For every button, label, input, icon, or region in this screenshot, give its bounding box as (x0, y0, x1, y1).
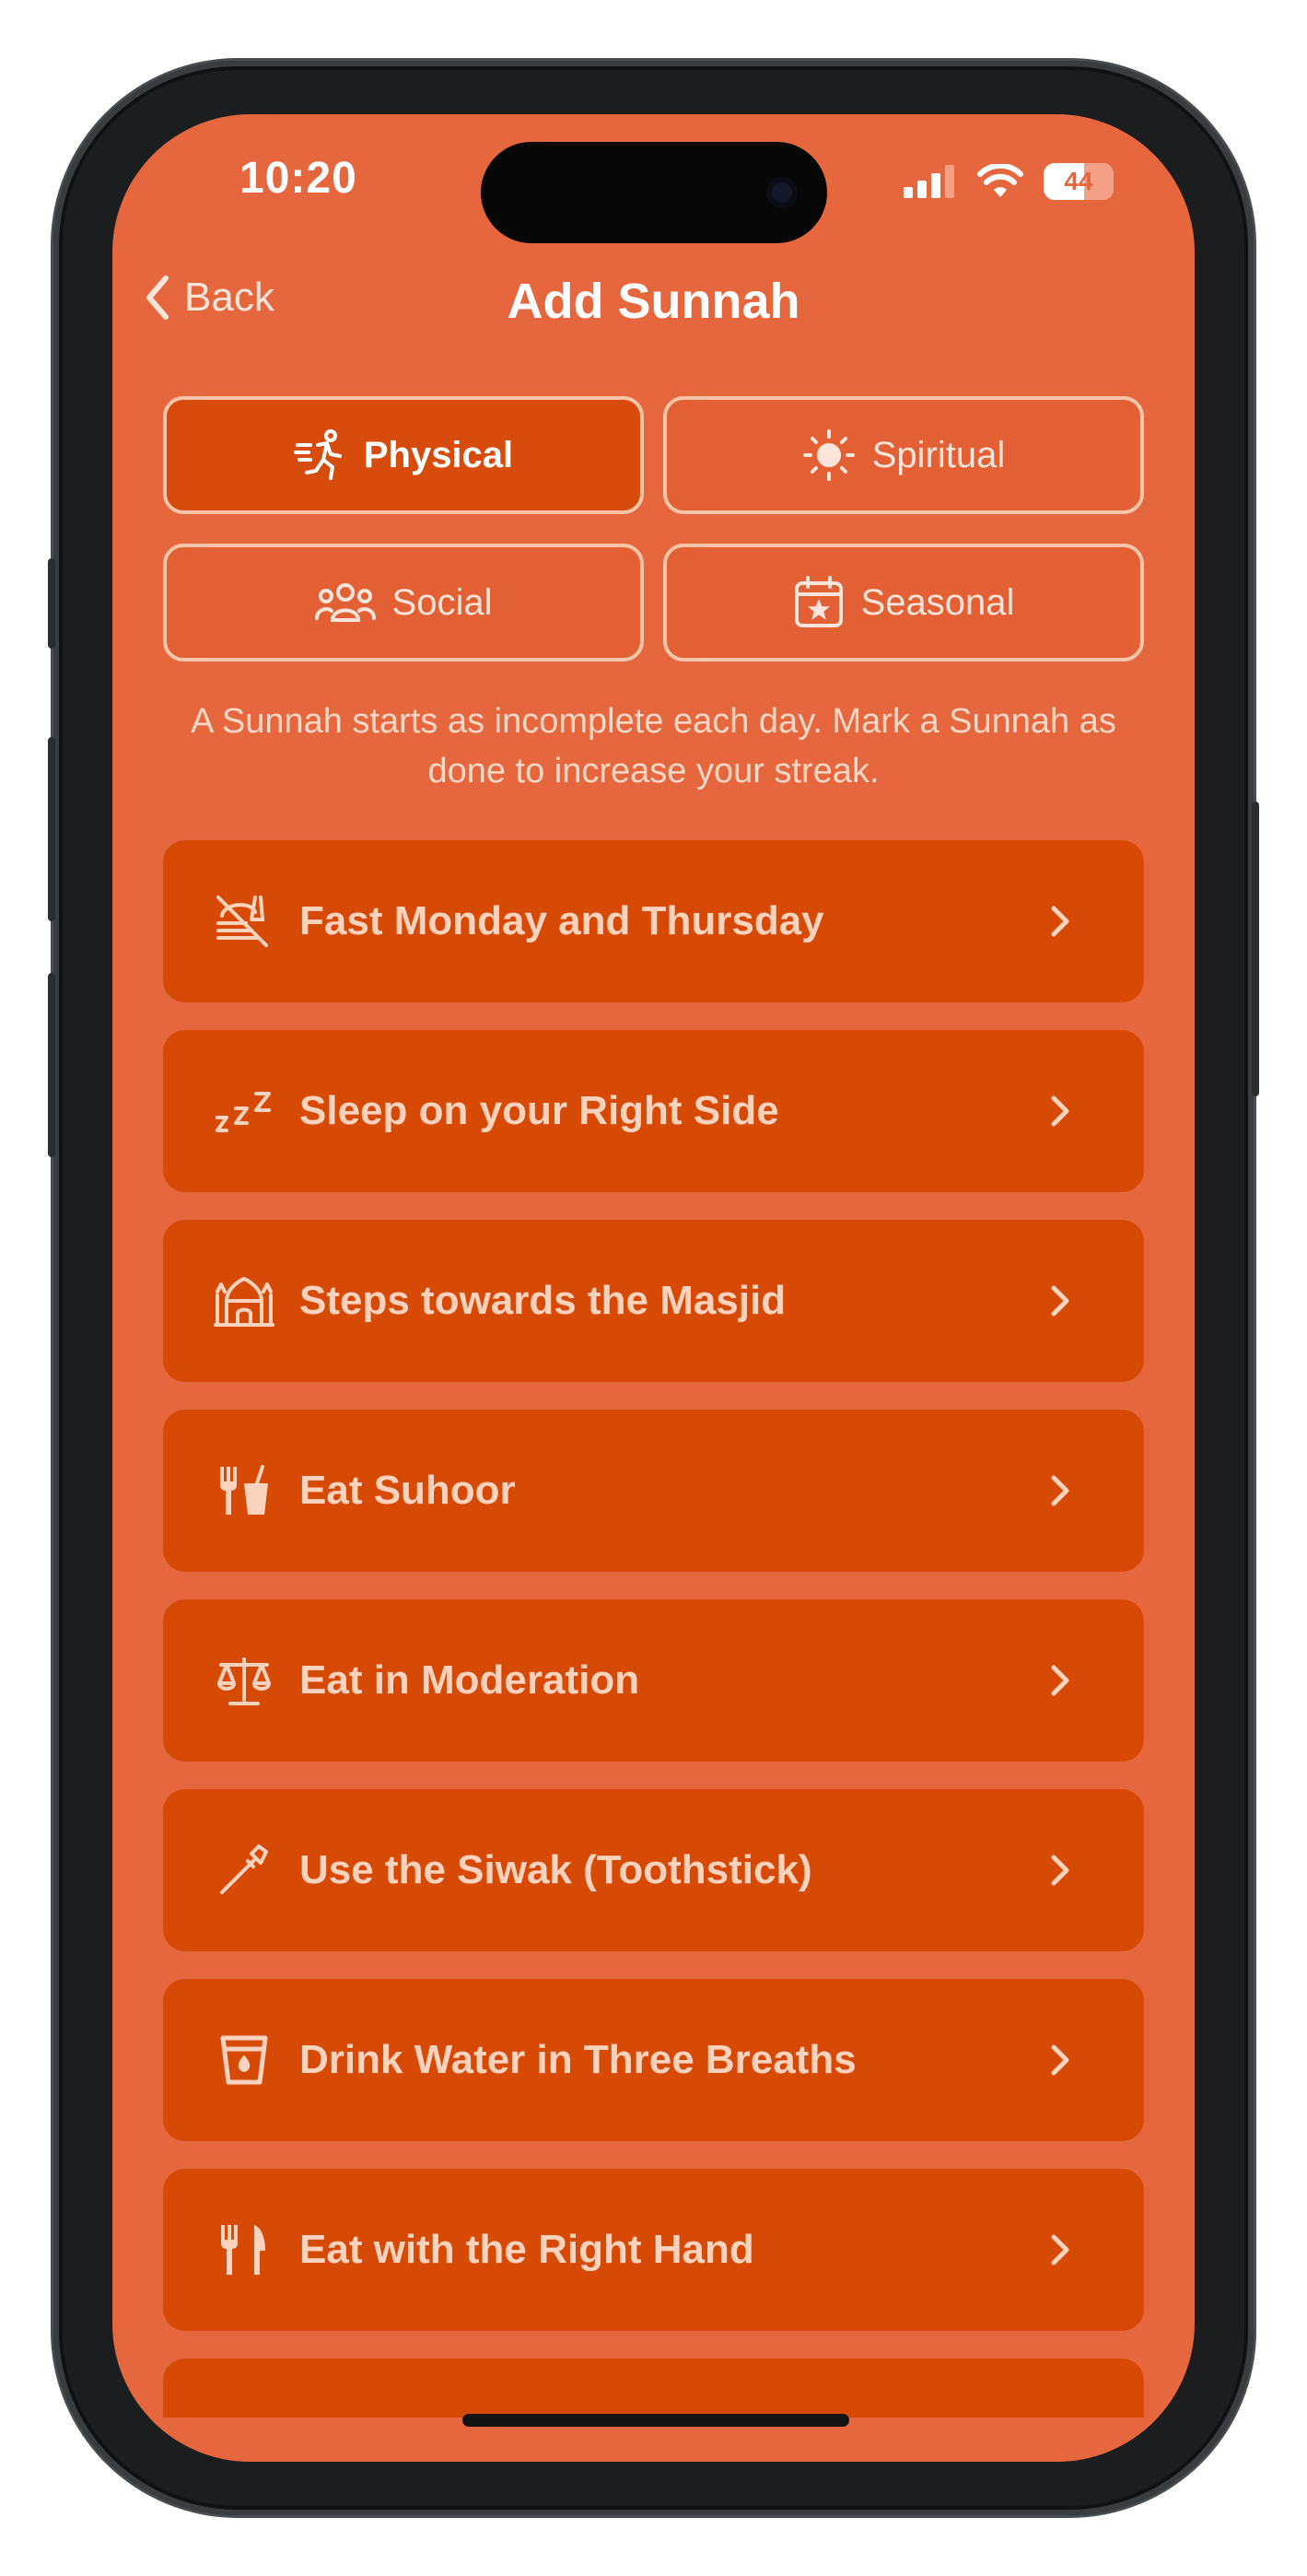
tab-social[interactable]: Social (163, 544, 644, 662)
tab-social-label: Social (391, 581, 493, 623)
mosque-icon (207, 1264, 281, 1338)
status-icons: 44 (904, 158, 1114, 205)
tab-spiritual[interactable]: Spiritual (663, 396, 1144, 514)
tab-seasonal-label: Seasonal (860, 581, 1015, 623)
home-indicator[interactable] (462, 2414, 849, 2427)
fork-cup-icon (207, 1454, 281, 1528)
fork-knife-icon (207, 2213, 281, 2287)
volume-down-button (48, 973, 55, 1157)
tab-spiritual-label: Spiritual (871, 434, 1006, 475)
power-button (1252, 802, 1259, 1096)
water-glass-icon (207, 2023, 281, 2097)
sleep-zzz-icon (207, 1074, 281, 1148)
front-camera (766, 177, 798, 208)
sunnah-item-eat-suhoor[interactable]: Eat Suhoor (163, 1410, 1144, 1572)
dynamic-island (481, 142, 827, 243)
sunnah-item-sleep-right-side[interactable]: Sleep on your Right Side (163, 1030, 1144, 1192)
action-button (48, 558, 55, 649)
sunnah-item-steps-masjid[interactable]: Steps towards the Masjid (163, 1220, 1144, 1382)
sunnah-item-label: Eat with the Right Hand (299, 2227, 754, 2272)
sunnah-item-label: Eat in Moderation (299, 1657, 640, 1703)
sunnah-item-siwak[interactable]: Use the Siwak (Toothstick) (163, 1789, 1144, 1951)
tab-physical[interactable]: Physical (163, 396, 644, 514)
chevron-right-icon (1051, 1475, 1069, 1506)
sunnah-item-fast-monday-thursday[interactable]: Fast Monday and Thursday (163, 840, 1144, 1002)
chevron-right-icon (1051, 2044, 1069, 2076)
sunnah-item-label: Fast Monday and Thursday (299, 898, 824, 943)
sunnah-item-label: Sleep on your Right Side (299, 1088, 779, 1133)
wifi-icon (977, 164, 1023, 197)
chevron-right-icon (1051, 1665, 1069, 1696)
no-food-icon (207, 884, 281, 958)
sunnah-item-right-hand[interactable]: Eat with the Right Hand (163, 2169, 1144, 2331)
chevron-right-icon (1051, 906, 1069, 937)
sunnah-item-label: Use the Siwak (Toothstick) (299, 1847, 812, 1892)
sunnah-item-label: Drink Water in Three Breaths (299, 2037, 857, 2082)
cellular-signal-icon (904, 165, 954, 198)
chevron-right-icon (1051, 1855, 1069, 1886)
battery-level: 44 (1064, 167, 1093, 195)
tab-seasonal[interactable]: Seasonal (663, 544, 1144, 662)
sunnah-item-label: Steps towards the Masjid (299, 1278, 787, 1323)
sun-icon (802, 429, 855, 481)
chevron-right-icon (1051, 1095, 1069, 1127)
sunnah-item-eat-moderation[interactable]: Eat in Moderation (163, 1599, 1144, 1762)
calendar-star-icon (794, 576, 843, 627)
people-group-icon (314, 583, 376, 622)
sunnah-list: Fast Monday and Thursday Sleep on your R… (163, 840, 1144, 2462)
volume-up-button (48, 737, 55, 921)
balance-scale-icon (207, 1644, 281, 1717)
running-person-icon (293, 429, 342, 480)
page-title: Add Sunnah (507, 274, 800, 329)
app-screen: 10:20 44 Back Add Sunnah Physical Spirit… (112, 114, 1195, 2462)
status-bar: 10:20 44 (112, 114, 1195, 252)
sunnah-item-label: Eat Suhoor (299, 1468, 516, 1513)
chevron-right-icon (1051, 2234, 1069, 2266)
info-note: A Sunnah starts as incomplete each day. … (191, 702, 1116, 790)
toothstick-icon (207, 1833, 281, 1907)
navigation-bar: Back Add Sunnah (112, 252, 1195, 354)
tab-physical-label: Physical (363, 434, 514, 475)
status-time: 10:20 (239, 154, 357, 203)
sunnah-item-drink-water[interactable]: Drink Water in Three Breaths (163, 1979, 1144, 2141)
battery-icon: 44 (1044, 163, 1114, 200)
chevron-right-icon (1051, 1285, 1069, 1317)
